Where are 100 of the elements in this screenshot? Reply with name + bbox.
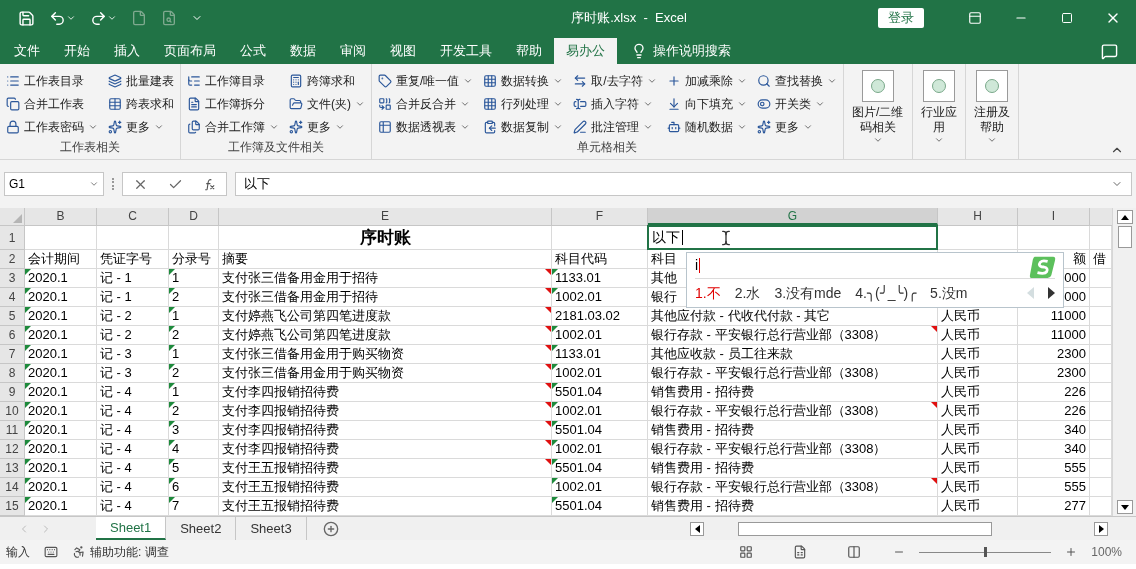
ribbon-tab[interactable]: 文件: [2, 38, 52, 64]
candidate-word[interactable]: 2.水: [734, 282, 761, 304]
ribbon-button[interactable]: 数据复制: [481, 115, 566, 138]
caret-icon[interactable]: [66, 13, 76, 23]
ribbon-tab[interactable]: 审阅: [328, 38, 378, 64]
ribbon-button[interactable]: 合并工作表: [4, 92, 100, 115]
scroll-up-icon[interactable]: [1116, 210, 1133, 224]
candidate-word[interactable]: 3.没有mde: [774, 282, 842, 304]
scroll-thumb[interactable]: [1117, 226, 1132, 248]
accessibility-icon[interactable]: [72, 545, 86, 559]
sheet-tab[interactable]: Sheet1: [96, 517, 167, 540]
ribbon-tab[interactable]: 帮助: [504, 38, 554, 64]
row-header[interactable]: 6: [0, 326, 25, 345]
ribbon-button[interactable]: 随机数据: [664, 115, 749, 138]
column-header[interactable]: C: [97, 208, 169, 225]
large-ribbon-button[interactable]: 行业应用: [918, 70, 959, 145]
ribbon-button[interactable]: 合并工作簿: [185, 115, 281, 138]
row-header[interactable]: 7: [0, 345, 25, 364]
formula-input[interactable]: 以下: [235, 172, 1132, 196]
row-header[interactable]: 2: [0, 250, 25, 269]
column-header[interactable]: I: [1018, 208, 1090, 225]
ribbon-tab[interactable]: 开始: [52, 38, 102, 64]
ribbon-tab[interactable]: 数据: [278, 38, 328, 64]
ribbon-button[interactable]: 重复/唯一值: [376, 69, 476, 92]
accessibility-status[interactable]: 辅助功能: 调查: [90, 543, 169, 561]
column-header[interactable]: E: [219, 208, 552, 225]
undo-icon[interactable]: [49, 9, 66, 27]
sign-in-button[interactable]: 登录: [878, 8, 924, 28]
redo-icon[interactable]: [90, 9, 107, 27]
column-header[interactable]: B: [25, 208, 97, 225]
ribbon-button[interactable]: 开关类: [754, 92, 839, 115]
ribbon-tab[interactable]: 视图: [378, 38, 428, 64]
ribbon-button[interactable]: 数据透视表: [376, 115, 476, 138]
ribbon-button[interactable]: 向下填充: [664, 92, 749, 115]
add-sheet-icon[interactable]: [322, 520, 339, 537]
ribbon-button[interactable]: 行列处理: [481, 92, 566, 115]
column-header[interactable]: G: [648, 208, 938, 225]
function-icon[interactable]: [203, 177, 216, 191]
ribbon-button[interactable]: 工作表密码: [4, 115, 100, 138]
table-cell-text: 226: [1063, 402, 1087, 420]
ribbon-button[interactable]: 更多: [287, 115, 367, 138]
row-header[interactable]: 15: [0, 497, 25, 516]
ribbon-tab[interactable]: 页面布局: [152, 38, 228, 64]
ribbon-tab[interactable]: 开发工具: [428, 38, 504, 64]
zoom-in-icon[interactable]: [1065, 546, 1078, 558]
caret-icon[interactable]: [107, 13, 117, 23]
ribbon-button[interactable]: 批量建表: [106, 69, 176, 92]
vertical-scrollbar[interactable]: [1112, 208, 1136, 516]
ribbon-button[interactable]: 工作簿拆分: [185, 92, 281, 115]
ribbon-button[interactable]: 取/去字符: [571, 69, 659, 92]
save-icon[interactable]: [18, 9, 35, 27]
candidate-word[interactable]: 4.╮(╯_╰)╭: [855, 282, 917, 304]
normal-view-icon[interactable]: [739, 545, 754, 559]
row-header[interactable]: 5: [0, 307, 25, 326]
column-header[interactable]: H: [938, 208, 1018, 225]
row-header[interactable]: 1: [0, 226, 25, 250]
zoom-slider[interactable]: [919, 546, 1052, 558]
ribbon-button[interactable]: 加减乘除: [664, 69, 749, 92]
ribbon-button[interactable]: 数据转换: [481, 69, 566, 92]
large-ribbon-button[interactable]: 注册及帮助: [971, 70, 1012, 145]
row-header[interactable]: 12: [0, 440, 25, 459]
row-header[interactable]: 10: [0, 402, 25, 421]
ribbon-button[interactable]: 合并反合并: [376, 92, 476, 115]
row-header[interactable]: 8: [0, 364, 25, 383]
row-header[interactable]: 9: [0, 383, 25, 402]
comment-icon[interactable]: [1101, 42, 1118, 60]
row-header[interactable]: 3: [0, 269, 25, 288]
ribbon-button[interactable]: 工作表目录: [4, 69, 100, 92]
candidate-word[interactable]: 5.没m: [930, 282, 968, 304]
tell-me-search[interactable]: 操作说明搜索: [653, 41, 731, 61]
scroll-down-icon[interactable]: [1116, 500, 1133, 514]
ribbon-display-icon[interactable]: [968, 11, 982, 25]
ribbon-tab[interactable]: 易办公: [554, 38, 617, 64]
name-box[interactable]: G1: [4, 172, 104, 196]
row-header[interactable]: 11: [0, 421, 25, 440]
page-break-icon[interactable]: [847, 545, 862, 559]
zoom-level[interactable]: 100%: [1091, 543, 1130, 561]
column-header[interactable]: D: [169, 208, 219, 225]
row-header[interactable]: 14: [0, 478, 25, 497]
zoom-thumb[interactable]: [984, 547, 988, 557]
macro-record-icon[interactable]: [44, 545, 58, 559]
ribbon-button[interactable]: 查找替换: [754, 69, 839, 92]
maximize-icon[interactable]: [1061, 12, 1073, 24]
ribbon-button[interactable]: 跨簿求和: [287, 69, 367, 92]
candidate-word[interactable]: 1.不: [695, 282, 721, 304]
active-cell[interactable]: 以下: [647, 225, 938, 250]
row-header[interactable]: 4: [0, 288, 25, 307]
ribbon-button[interactable]: 批注管理: [571, 115, 659, 138]
ribbon-button[interactable]: 工作簿目录: [185, 69, 281, 92]
next-page-icon[interactable]: [1048, 287, 1055, 299]
ribbon-tab[interactable]: 插入: [102, 38, 152, 64]
row-header[interactable]: 13: [0, 459, 25, 478]
ribbon-button[interactable]: 更多: [106, 115, 176, 138]
ribbon-button[interactable]: 更多: [754, 115, 839, 138]
ribbon-button[interactable]: 文件(夹): [287, 92, 367, 115]
ribbon-button[interactable]: 插入字符: [571, 92, 659, 115]
ribbon-tab[interactable]: 公式: [228, 38, 278, 64]
ribbon-button[interactable]: 跨表求和: [106, 92, 176, 115]
large-ribbon-button[interactable]: 图片/二维码相关: [849, 70, 906, 145]
page-layout-icon[interactable]: [793, 545, 808, 559]
